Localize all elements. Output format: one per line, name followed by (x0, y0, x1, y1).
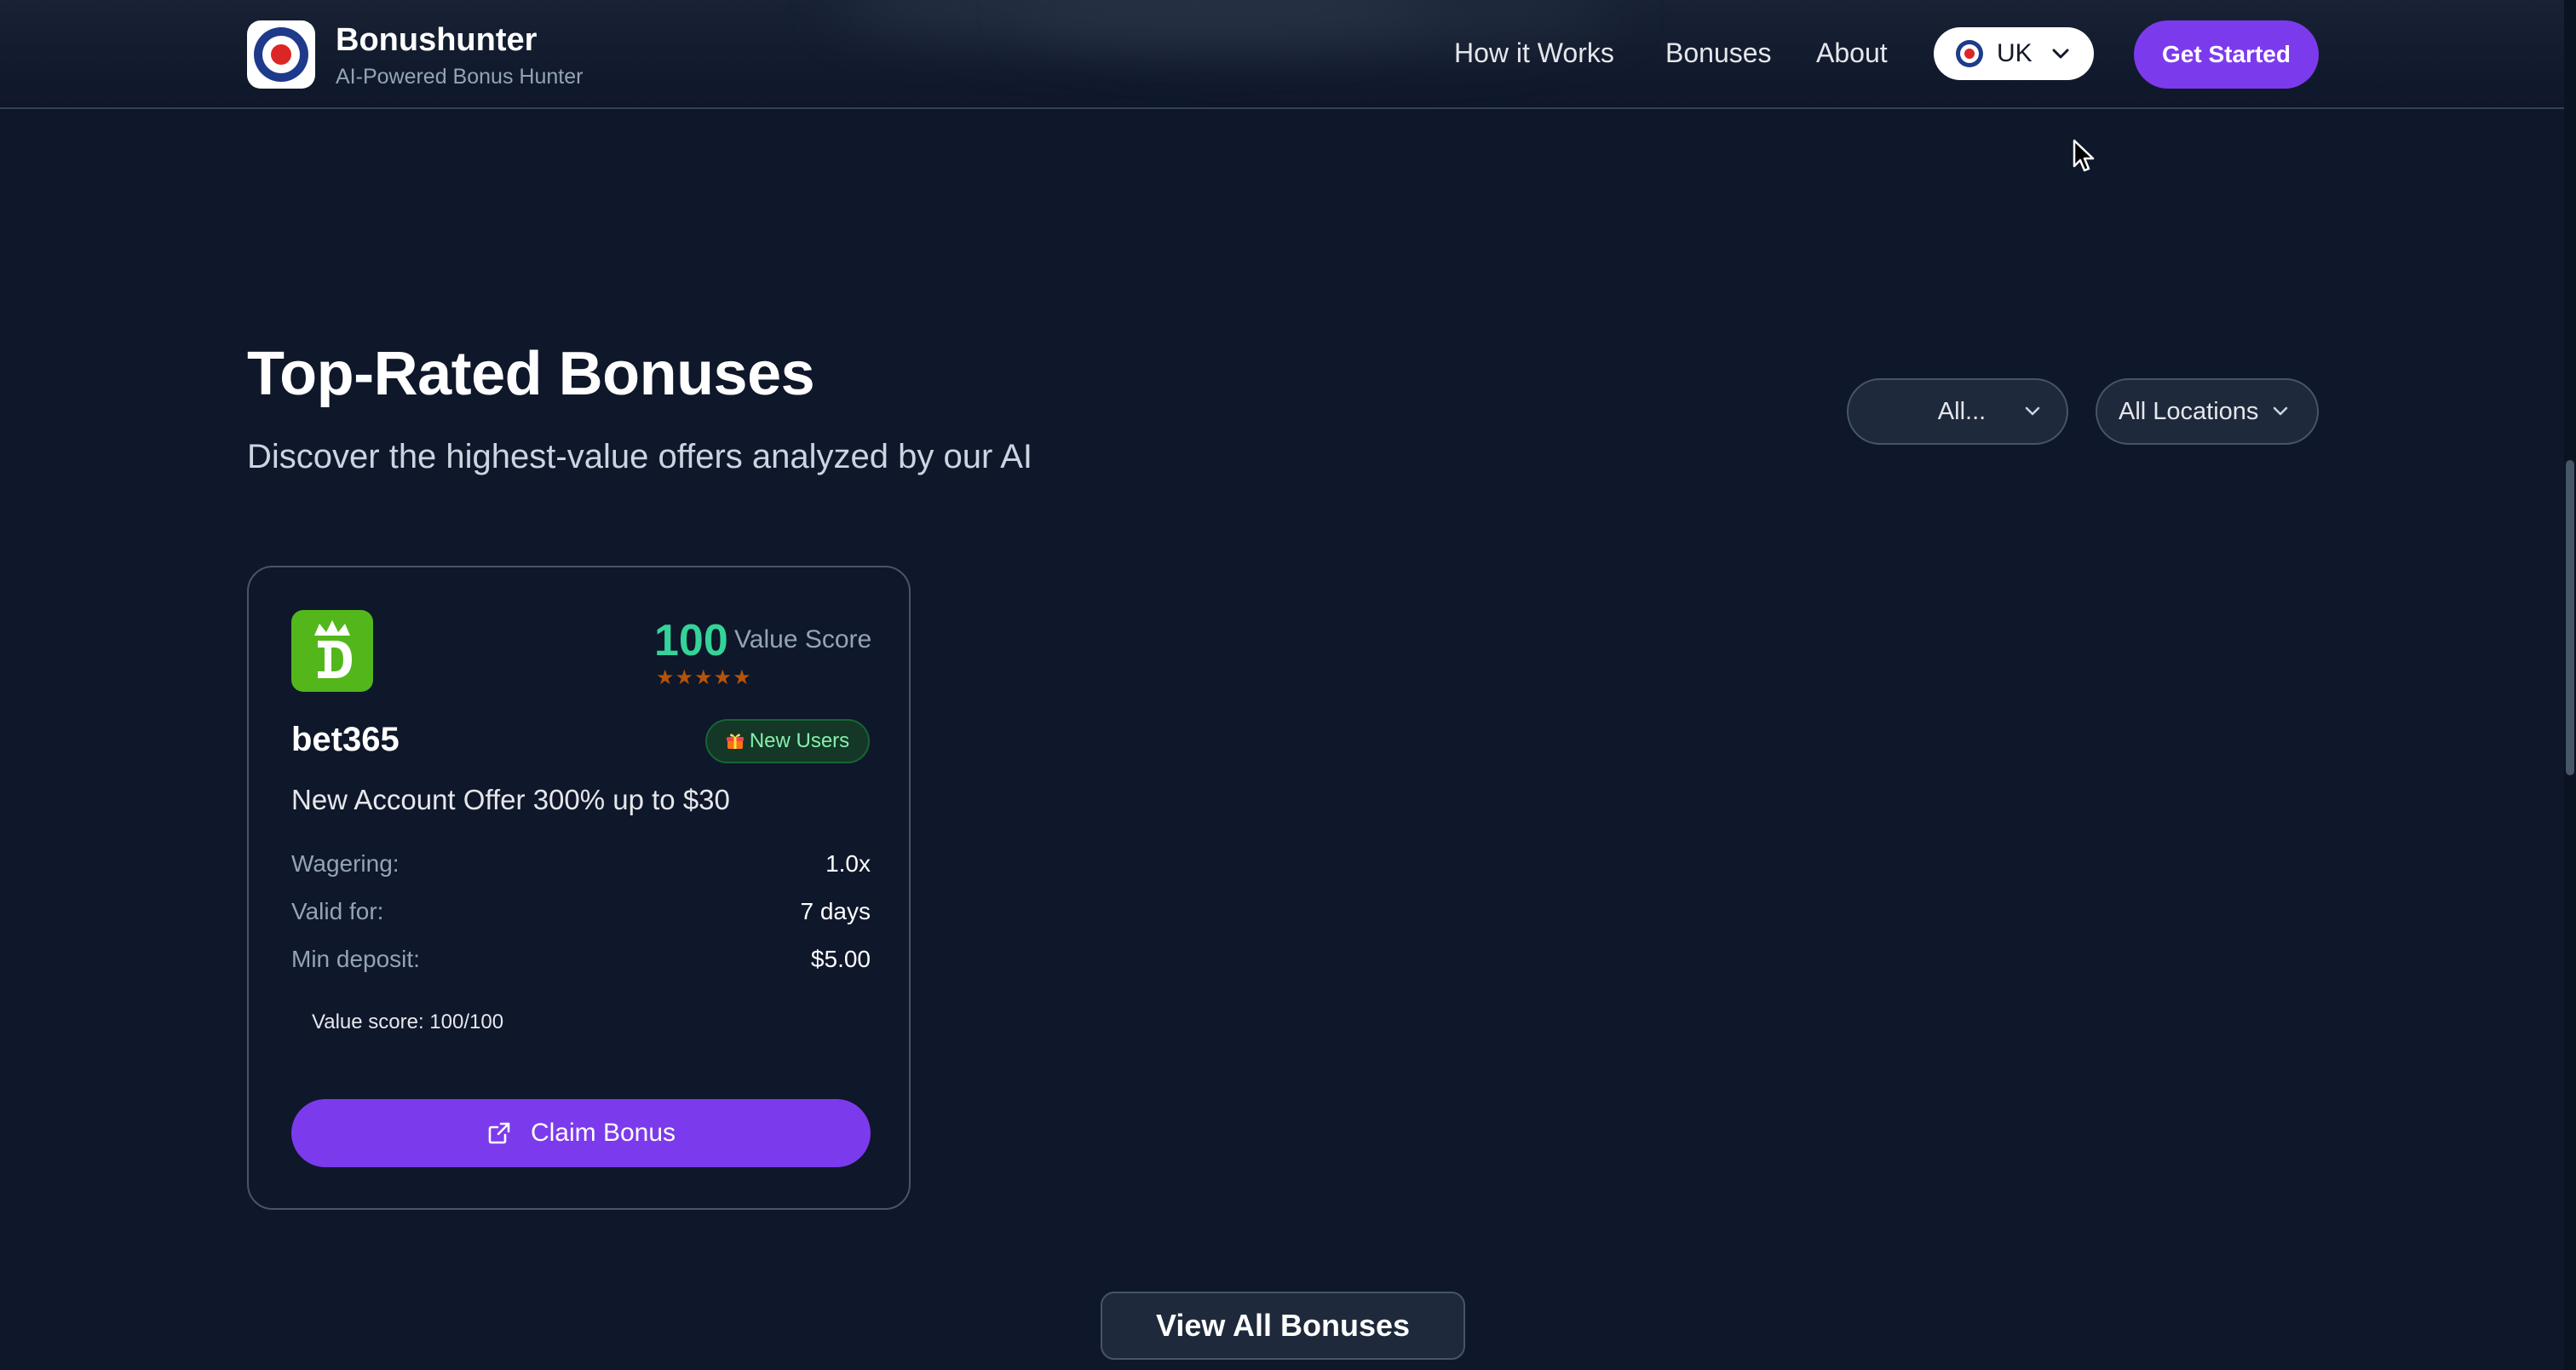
category-filter-label: All... (1937, 397, 1987, 425)
star-icon: ★ (733, 666, 751, 689)
wagering-row: Wagering: 1.0x (291, 850, 871, 878)
min-deposit-value: $5.00 (810, 946, 871, 972)
claim-bonus-button[interactable]: Claim Bonus (291, 1099, 871, 1167)
new-users-badge: New Users (705, 719, 870, 763)
wagering-label: Wagering: (291, 850, 400, 877)
nav-how-it-works[interactable]: How it Works (1454, 37, 1614, 69)
star-icon: ★ (694, 666, 713, 689)
bonus-card: 100 Value Score ★ ★ ★ ★ ★ bet365 New Use… (247, 566, 911, 1210)
star-rating: ★ ★ ★ ★ ★ (656, 668, 751, 688)
casino-logo (291, 610, 373, 692)
location-filter-label: All Locations (2119, 397, 2259, 425)
valid-for-value: 7 days (800, 898, 871, 924)
valid-for-label: Valid for: (291, 898, 384, 924)
section-subtitle: Discover the highest-value offers analyz… (247, 438, 1032, 475)
view-all-bonuses-button[interactable]: View All Bonuses (1101, 1292, 1465, 1360)
brand-logo[interactable] (247, 20, 315, 89)
external-link-icon (488, 1122, 510, 1144)
value-score-note: Value score: 100/100 (312, 1010, 504, 1033)
crown-d-icon (314, 620, 352, 678)
country-label: UK (1997, 39, 2033, 67)
get-started-button[interactable]: Get Started (2134, 20, 2319, 89)
badge-label: New Users (749, 729, 850, 752)
star-icon: ★ (656, 666, 675, 689)
brand-name[interactable]: Bonushunter (336, 22, 537, 59)
country-selector[interactable]: UK (1934, 27, 2094, 80)
brand-tagline: AI-Powered Bonus Hunter (336, 65, 584, 89)
section-title: Top-Rated Bonuses (247, 340, 815, 408)
casino-name: bet365 (291, 721, 400, 758)
claim-bonus-label: Claim Bonus (530, 1119, 676, 1147)
valid-for-row: Valid for: 7 days (291, 898, 871, 925)
roundel-icon (254, 27, 308, 82)
nav-about[interactable]: About (1816, 37, 1888, 69)
value-score: 100 (654, 616, 728, 665)
min-deposit-label: Min deposit: (291, 946, 420, 972)
star-icon: ★ (675, 666, 694, 689)
chevron-down-icon (2025, 406, 2040, 416)
wagering-value: 1.0x (825, 850, 871, 877)
offer-text: New Account Offer 300% up to $30 (291, 784, 730, 815)
location-filter[interactable]: All Locations (2096, 378, 2319, 445)
nav-bonuses[interactable]: Bonuses (1665, 37, 1772, 69)
site-header: Bonushunter AI-Powered Bonus Hunter How … (0, 0, 2564, 109)
chevron-down-icon (2052, 49, 2069, 59)
chevron-down-icon (2274, 406, 2288, 416)
value-score-label: Value Score (734, 625, 872, 653)
category-filter[interactable]: All... (1847, 378, 2068, 445)
star-icon: ★ (713, 666, 733, 689)
cursor-icon (2073, 139, 2095, 172)
gift-icon (726, 734, 744, 749)
scrollbar-thumb[interactable] (2566, 460, 2574, 775)
min-deposit-row: Min deposit: $5.00 (291, 946, 871, 973)
uk-flag-icon (1956, 40, 1983, 67)
